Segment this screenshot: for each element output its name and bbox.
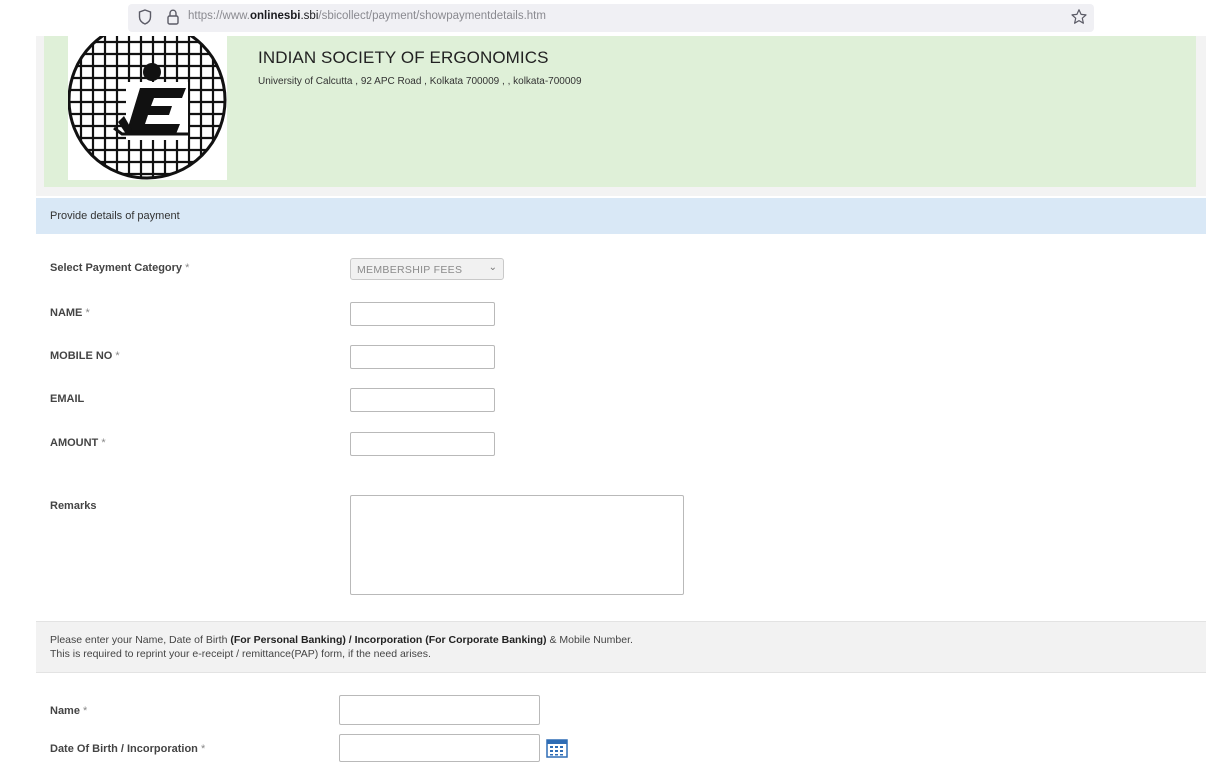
ise-logo <box>68 36 227 180</box>
remarks-textarea[interactable] <box>350 495 684 595</box>
amount-label: AMOUNT * <box>50 437 106 449</box>
email-label: EMAIL <box>50 393 85 405</box>
category-value: MEMBERSHIP FEES <box>357 264 463 276</box>
dob-label: Date Of Birth / Incorporation * <box>50 743 206 755</box>
section-header: Provide details of payment <box>36 198 1206 234</box>
reprint-name-label: Name * <box>50 705 88 717</box>
notice-line-1: Please enter your Name, Date of Birth (F… <box>50 634 633 646</box>
name-input[interactable] <box>350 302 495 326</box>
url-text[interactable]: https://www.onlinesbi.sbi/sbicollect/pay… <box>188 10 546 22</box>
mobile-input[interactable] <box>350 345 495 369</box>
org-name: INDIAN SOCIETY OF ERGONOMICS <box>258 48 549 67</box>
dob-input[interactable] <box>339 734 540 762</box>
remarks-label: Remarks <box>50 500 97 512</box>
reprint-name-input[interactable] <box>339 695 540 725</box>
shield-icon[interactable] <box>138 9 152 30</box>
email-input[interactable] <box>350 388 495 412</box>
section-title: Provide details of payment <box>50 210 180 222</box>
category-label: Select Payment Category * <box>50 262 190 274</box>
name-label: NAME * <box>50 307 90 319</box>
org-address: University of Calcutta , 92 APC Road , K… <box>258 76 582 87</box>
reprint-notice: Please enter your Name, Date of Birth (F… <box>36 621 1206 673</box>
calendar-icon[interactable] <box>546 738 568 762</box>
bookmark-star-icon[interactable] <box>1070 8 1088 31</box>
amount-input[interactable] <box>350 432 495 456</box>
lock-icon[interactable] <box>166 8 180 31</box>
browser-toolbar: https://www.onlinesbi.sbi/sbicollect/pay… <box>0 0 1210 36</box>
notice-line-2: This is required to reprint your e-recei… <box>50 648 431 660</box>
payment-category-select[interactable]: MEMBERSHIP FEES ⌄ <box>350 258 504 280</box>
chevron-down-icon: ⌄ <box>488 262 497 273</box>
mobile-label: MOBILE NO * <box>50 350 120 362</box>
